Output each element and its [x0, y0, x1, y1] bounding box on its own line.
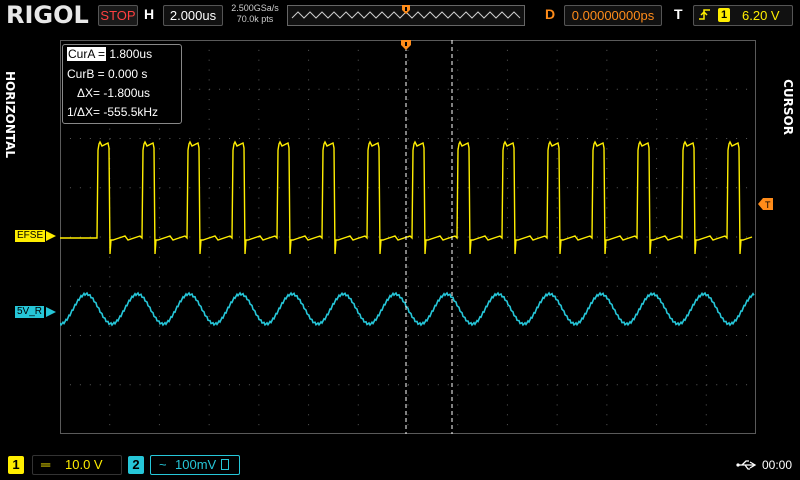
channel-2-waveform	[60, 291, 755, 327]
delta-x-readout: ΔX= -1.800us	[77, 86, 151, 100]
memory-depth: 70.0k pts	[236, 14, 274, 24]
lock-icon	[221, 459, 229, 470]
run-stop-status[interactable]: STOP	[98, 5, 138, 26]
cursor-readout-panel: CurA = 1.800us CurB = 0.000 s ΔX= -1.800…	[62, 44, 182, 124]
top-status-bar: RIGOL STOP H 2.000us 2.500GSa/s 70.0k pt…	[0, 0, 800, 30]
cursor-a-value: 1.800us	[109, 47, 153, 61]
clock: 00:00	[762, 458, 793, 472]
timebase-label: H	[144, 6, 155, 22]
bottom-status-bar: 1 ═ 10.0 V 2 ~ 100mV 00:00	[0, 450, 800, 480]
horizontal-menu-label: HORIZONTAL	[3, 71, 17, 159]
inverse-delta-x-readout: 1/ΔX= -555.5kHz	[67, 105, 159, 119]
channel-1-button[interactable]: 1	[8, 456, 24, 474]
sample-rate: 2.500GSa/s	[231, 3, 279, 13]
brand-logo: RIGOL	[6, 1, 89, 29]
cursor-a-readout: CurA = 1.800us	[67, 47, 152, 61]
channel-2-coupling-icon: ~	[159, 457, 167, 472]
timebase-value[interactable]: 2.000us	[163, 5, 223, 26]
trigger-label: T	[674, 6, 683, 22]
trigger-source-badge: 1	[718, 8, 730, 22]
delay-label: D	[545, 6, 556, 22]
channel-2-label[interactable]: 5V_R	[15, 306, 45, 318]
cursor-a-label: CurA =	[67, 47, 107, 61]
channel-1-coupling-icon: ═	[41, 457, 51, 472]
cursor-b-readout: CurB = 0.000 s	[67, 67, 148, 81]
cursor-menu-tab[interactable]: CURSOR	[776, 36, 800, 436]
acquisition-info: 2.500GSa/s 70.0k pts	[228, 3, 282, 25]
svg-text:T: T	[765, 200, 771, 210]
cursor-menu-label: CURSOR	[781, 79, 795, 135]
channel-2-offset-marker-icon	[46, 307, 56, 317]
channel-2-button[interactable]: 2	[128, 456, 144, 474]
channel-2-settings[interactable]: ~ 100mV	[150, 455, 240, 475]
channel-1-label[interactable]: EFSE	[15, 230, 46, 242]
delay-value[interactable]: 0.00000000ps	[564, 5, 662, 26]
channel-2-scale: 100mV	[175, 457, 217, 472]
trigger-settings[interactable]: 1 6.20 V	[693, 5, 793, 26]
trigger-position-marker-icon	[401, 40, 411, 50]
trigger-level-marker-icon: T	[758, 198, 773, 210]
usb-icon	[736, 460, 757, 470]
memory-overview-bar[interactable]	[287, 5, 525, 26]
trigger-level: 6.20 V	[742, 8, 780, 23]
trigger-position-marker-icon	[402, 5, 410, 14]
rising-edge-icon	[699, 9, 710, 20]
channel-1-offset-marker-icon	[46, 231, 56, 241]
channel-1-scale: 10.0 V	[65, 457, 103, 472]
channel-1-settings[interactable]: ═ 10.0 V	[32, 455, 122, 475]
